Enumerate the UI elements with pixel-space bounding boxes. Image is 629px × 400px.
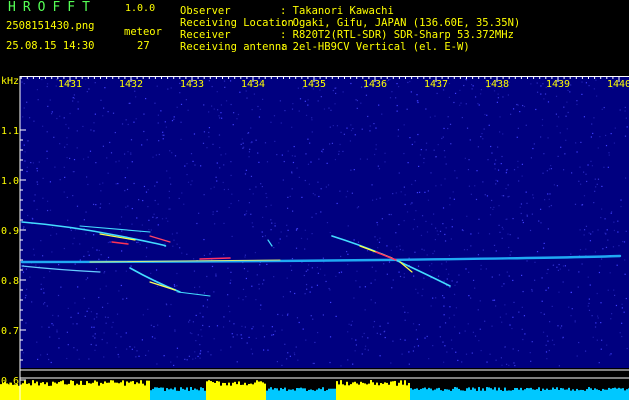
header-panel: HROFFT 1.0.0 2508151430.png meteor 25.08… [0, 0, 629, 76]
date-time: 25.08.15 14:30 [6, 40, 95, 52]
receiver-label: Receiver [180, 29, 231, 41]
location-value: : Ogaki, Gifu, JAPAN (136.60E, 35.35N) [280, 17, 521, 29]
y-tick-label: 1.0 [1, 176, 19, 187]
y-tick-label: 0.9 [1, 226, 19, 237]
x-tick-label: 1440 [607, 79, 629, 90]
y-tick-label: 0.8 [1, 276, 19, 287]
file-name: 2508151430.png [6, 20, 95, 32]
antenna-label: Receiving antenna [180, 41, 288, 53]
location-label: Receiving Location [180, 17, 294, 29]
y-tick-label: 1.1 [1, 126, 19, 137]
y-axis-unit: kHz [1, 76, 19, 87]
receiver-value: : R820T2(RTL-SDR) SDR-Sharp 53.372MHz [280, 29, 514, 41]
spectrogram-plot: kHz1.11.00.90.80.70.6 1431 1432 1433 1434 14… [0, 76, 629, 400]
observer-label: Observer [180, 5, 231, 17]
meteor-label: meteor [124, 26, 162, 38]
meteor-count: 27 [137, 40, 150, 52]
app-version: 1.0.0 [125, 3, 156, 14]
y-tick-label: 0.7 [1, 326, 19, 337]
app-title: HROFFT [8, 0, 97, 15]
y-tick-label: 0.6 [1, 376, 19, 387]
antenna-value: : 2el-HB9CV Vertical (el. E-W) [280, 41, 470, 53]
observer-value: : Takanori Kawachi [280, 5, 394, 17]
waterfall-area [20, 76, 629, 368]
